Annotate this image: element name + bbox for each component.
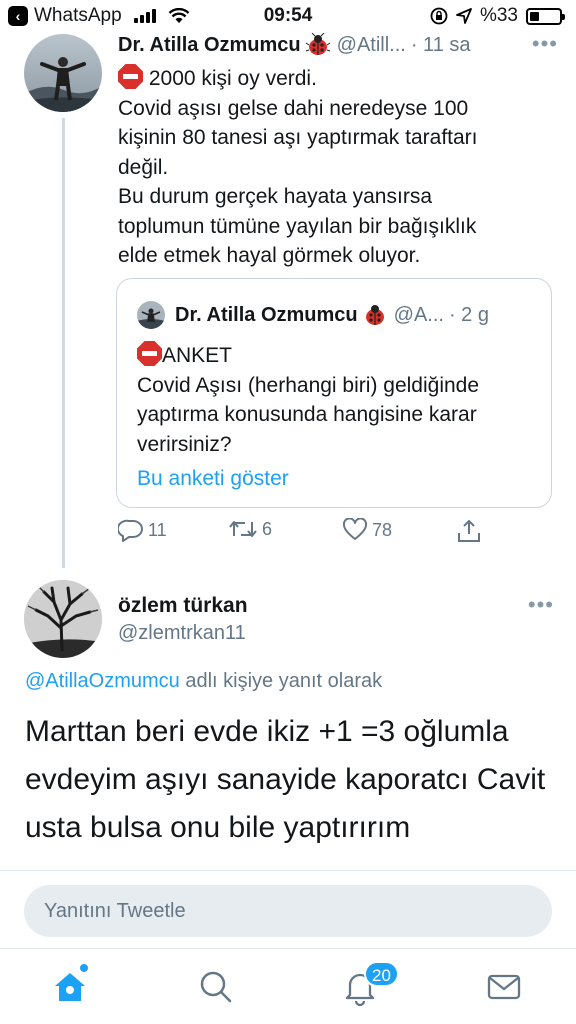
tweet-line: toplumun tümüne yayılan bir bağışıklık bbox=[118, 214, 477, 238]
status-bar: ‹ WhatsApp 09:54 %33 bbox=[0, 0, 576, 34]
tweet-line: usta bulsa onu bile yaptırırım bbox=[25, 811, 411, 844]
tweet-line: 2000 kişi oy verdi. bbox=[148, 67, 317, 90]
tweet-line: Bu durum gerçek hayata yansırsa bbox=[118, 185, 432, 208]
tweet-header: Dr. Atilla Ozmumcu @Atill... · 11 sa ••• bbox=[118, 31, 558, 57]
reply-count: 11 bbox=[148, 519, 167, 540]
tweet-actions: 11 6 78 bbox=[116, 518, 536, 550]
tweet-line: Covid aşısı gelse dahi neredeyse 100 bbox=[118, 96, 469, 120]
share-icon bbox=[458, 520, 480, 542]
tweet-line: ANKET bbox=[162, 344, 233, 367]
author-handle[interactable]: @Atill... bbox=[337, 34, 406, 57]
quoted-tweet-text: ANKET Covid Aşısı (herhangi biri) geldiğ… bbox=[137, 341, 547, 459]
tweet-line: Marttan beri evde ikiz +1 =3 oğlumla bbox=[25, 715, 509, 748]
stop-sign-icon bbox=[137, 341, 162, 366]
tweet-line: kişinin 80 tanesi aşı yaptırmak taraftar… bbox=[118, 126, 478, 149]
tweet-text: 2000 kişi oy verdi. Covid aşısı gelse da… bbox=[118, 64, 548, 271]
tweet-line: yaptırma konusunda hangisine karar bbox=[137, 403, 477, 426]
tweet-line: elde etmek hayal görmek oluyor. bbox=[118, 244, 421, 267]
tweet-text: Marttan beri evde ikiz +1 =3 oğlumla evd… bbox=[25, 708, 565, 852]
quoted-author-name: Dr. Atilla Ozmumcu bbox=[175, 303, 358, 326]
reply-mention-link[interactable]: @AtillaOzmumcu bbox=[25, 670, 180, 692]
tab-search[interactable] bbox=[196, 967, 236, 1007]
more-options-icon[interactable]: ••• bbox=[532, 31, 558, 57]
reply-context: @AtillaOzmumcu adlı kişiye yanıt olarak bbox=[25, 670, 382, 693]
divider bbox=[0, 870, 576, 871]
quoted-avatar bbox=[137, 301, 165, 329]
reply-button[interactable]: 11 bbox=[118, 518, 167, 542]
stop-sign-icon bbox=[118, 64, 143, 89]
ladybug-icon bbox=[305, 33, 330, 55]
reply-icon bbox=[118, 519, 143, 542]
retweet-count: 6 bbox=[262, 518, 273, 539]
heart-icon bbox=[342, 518, 368, 540]
retweet-icon bbox=[229, 521, 257, 537]
tweet-line: verirsiniz? bbox=[137, 432, 232, 456]
location-icon bbox=[456, 8, 472, 24]
tweet-line: Covid Aşısı (herhangi biri) geldiğinde bbox=[137, 373, 480, 397]
like-button[interactable]: 78 bbox=[342, 518, 392, 542]
battery-percent: %33 bbox=[479, 5, 518, 26]
like-count: 78 bbox=[372, 519, 393, 540]
search-icon bbox=[200, 971, 232, 1003]
retweet-button[interactable]: 6 bbox=[228, 518, 272, 540]
ladybug-icon bbox=[365, 305, 384, 325]
mail-icon bbox=[487, 974, 521, 1000]
author-handle[interactable]: @zlemtrkan11 bbox=[118, 622, 246, 645]
reply-input[interactable] bbox=[24, 885, 552, 937]
tweet-line: evdeyim aşıyı sanayide kaporatcı Cavit bbox=[25, 763, 546, 796]
tab-home[interactable] bbox=[50, 967, 90, 1007]
reply-context-label: adlı kişiye yanıt olarak bbox=[179, 670, 383, 692]
tab-bar bbox=[0, 948, 576, 1024]
tweet-time: · 11 sa bbox=[410, 33, 471, 56]
new-tweets-dot bbox=[80, 964, 88, 972]
home-icon bbox=[55, 973, 85, 1001]
author-name[interactable]: özlem türkan bbox=[118, 594, 248, 618]
notification-badge: 20 bbox=[364, 961, 399, 987]
quoted-tweet-time: · 2 g bbox=[448, 303, 489, 326]
avatar[interactable] bbox=[24, 34, 102, 112]
show-poll-link[interactable]: Bu anketi göster bbox=[137, 467, 289, 491]
tweet-line: değil. bbox=[118, 155, 169, 179]
battery-icon bbox=[526, 7, 565, 25]
tab-messages[interactable] bbox=[484, 967, 524, 1007]
thread-line bbox=[62, 118, 65, 568]
avatar[interactable] bbox=[24, 580, 102, 658]
share-button[interactable] bbox=[456, 518, 482, 544]
screen-lock-icon bbox=[430, 7, 448, 25]
quoted-tweet[interactable]: Dr. Atilla Ozmumcu @A... · 2 g ANKET Cov… bbox=[116, 278, 552, 508]
more-options-icon[interactable]: ••• bbox=[528, 592, 554, 618]
quoted-tweet-header: Dr. Atilla Ozmumcu @A... · 2 g bbox=[137, 301, 489, 329]
quoted-author-handle: @A... bbox=[393, 303, 444, 326]
author-name[interactable]: Dr. Atilla Ozmumcu bbox=[118, 34, 301, 57]
